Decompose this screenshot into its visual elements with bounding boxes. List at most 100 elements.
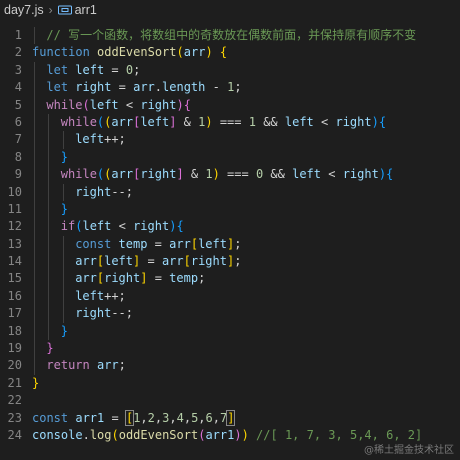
- code-token: .: [154, 80, 163, 95]
- code-text: }: [32, 375, 39, 392]
- code-text: const temp = arr[left];: [75, 236, 241, 253]
- code-token: left: [284, 114, 314, 129]
- code-line[interactable]: 12 if(left < right){: [0, 218, 460, 236]
- code-token: 1: [205, 167, 213, 182]
- line-number: 8: [14, 149, 22, 164]
- code-token: left: [75, 62, 105, 77]
- indent-guide: [34, 61, 35, 80]
- indent-guide: [62, 253, 64, 271]
- code-token: arr: [75, 271, 97, 286]
- code-token: oddEvenSort: [118, 427, 199, 442]
- code-token: 6: [205, 410, 213, 425]
- code-token: let: [46, 62, 76, 77]
- code-line[interactable]: 19}: [0, 340, 460, 358]
- code-text: arr[left] = arr[right];: [75, 253, 241, 270]
- code-token: ++;: [104, 288, 126, 303]
- code-text: right--;: [75, 184, 133, 201]
- code-token: ;: [234, 236, 242, 251]
- code-token: <: [118, 97, 141, 112]
- code-token: 2: [147, 410, 155, 425]
- indent-guide: [34, 27, 35, 45]
- code-line[interactable]: 8}: [0, 148, 460, 167]
- breadcrumb-file[interactable]: day7.js: [4, 3, 44, 17]
- code-token: let: [46, 80, 76, 95]
- code-token: left: [104, 254, 134, 269]
- code-line[interactable]: 22: [0, 392, 460, 409]
- line-number: 22: [7, 393, 22, 408]
- line-number: 23: [7, 410, 22, 425]
- indent-guide: [34, 131, 35, 149]
- code-token: while: [46, 97, 83, 112]
- code-token: ): [234, 427, 242, 442]
- code-line[interactable]: 21}: [0, 375, 460, 392]
- code-line[interactable]: 17 right--;: [0, 305, 460, 323]
- code-token: ,: [183, 410, 192, 425]
- code-line[interactable]: 20 return arr;: [0, 357, 460, 375]
- code-line[interactable]: 16 left++;: [0, 287, 460, 306]
- indent-guide: [34, 340, 35, 358]
- variable-symbol-icon: [57, 4, 72, 16]
- indent-guide: [34, 200, 35, 219]
- code-line[interactable]: 5 while(left < right){: [0, 96, 460, 114]
- code-token: ++;: [104, 132, 126, 147]
- code-token: arr: [75, 254, 97, 269]
- code-line[interactable]: 4 let right = arr.length - 1;: [0, 79, 460, 97]
- code-line[interactable]: 1 // 写一个函数，将数组中的奇数放在偶数前面，并保持原有顺序不变: [0, 27, 460, 45]
- code-line[interactable]: 3 let left = 0;: [0, 61, 460, 80]
- code-token: arr: [161, 254, 184, 269]
- code-line[interactable]: 10 right--;: [0, 183, 460, 201]
- code-line[interactable]: 23 const arr1 = [1,2,3,4,5,6,7]: [0, 409, 460, 427]
- line-number: 7: [14, 132, 22, 147]
- indent-guide: [48, 113, 50, 132]
- indent-guide: [34, 322, 35, 341]
- indent-guide: [34, 357, 35, 375]
- code-editor[interactable]: 1 // 写一个函数，将数组中的奇数放在偶数前面，并保持原有顺序不变 2 functi…: [0, 27, 460, 444]
- code-token: arr: [111, 114, 134, 129]
- line-number: 14: [7, 254, 22, 269]
- code-token: arr: [133, 80, 155, 95]
- indent-guide: [48, 131, 50, 149]
- code-line[interactable]: 2 function oddEvenSort(arr) {: [0, 44, 460, 61]
- code-token: }: [60, 149, 69, 164]
- code-line[interactable]: 9 while((arr[right] & 1) === 0 && left < …: [0, 166, 460, 184]
- code-line[interactable]: 7 left++;: [0, 131, 460, 149]
- code-token: =: [104, 410, 126, 425]
- indent-guide: [62, 235, 64, 254]
- code-text: while(left < right){: [46, 97, 191, 114]
- code-line[interactable]: 14 arr[left] = arr[right];: [0, 253, 460, 271]
- code-text: while((arr[right] & 1) === 0 && left < r…: [61, 166, 393, 183]
- code-token: arr1: [205, 427, 235, 442]
- code-token: ;: [133, 62, 141, 77]
- indent-guide: [48, 253, 50, 271]
- line-number: 19: [7, 341, 22, 356]
- line-number: 16: [7, 288, 22, 303]
- code-line[interactable]: 6 while((arr[left] & 1) === 1 && left < r…: [0, 113, 460, 132]
- code-line[interactable]: 15 arr[right] = temp;: [0, 270, 460, 288]
- line-number: 4: [14, 80, 22, 95]
- code-line[interactable]: 13 const temp = arr[left];: [0, 235, 460, 254]
- code-line[interactable]: 18}: [0, 322, 460, 341]
- indent-guide: [48, 235, 50, 254]
- code-text: return arr;: [46, 357, 126, 374]
- code-token: (: [111, 427, 119, 442]
- code-token: ;: [234, 254, 242, 269]
- code-line[interactable]: 11}: [0, 200, 460, 219]
- code-token: }: [60, 323, 69, 338]
- indent-guide: [34, 113, 35, 132]
- breadcrumb-symbol[interactable]: arr1: [75, 3, 97, 17]
- indent-guide: [34, 305, 35, 323]
- code-token: &&: [255, 114, 285, 129]
- code-token: [: [190, 236, 199, 251]
- code-token: &&: [263, 167, 293, 182]
- code-token: left: [198, 236, 227, 251]
- code-token: 4: [176, 410, 184, 425]
- code-token: return: [46, 358, 97, 373]
- code-token: log: [89, 427, 112, 442]
- code-token: ): [205, 45, 220, 60]
- code-text: arr[right] = temp;: [75, 270, 205, 287]
- code-token: right: [335, 114, 372, 129]
- code-token: }: [60, 201, 69, 216]
- indent-guide: [48, 200, 50, 219]
- line-number: 10: [7, 184, 22, 199]
- code-token: left: [75, 132, 105, 147]
